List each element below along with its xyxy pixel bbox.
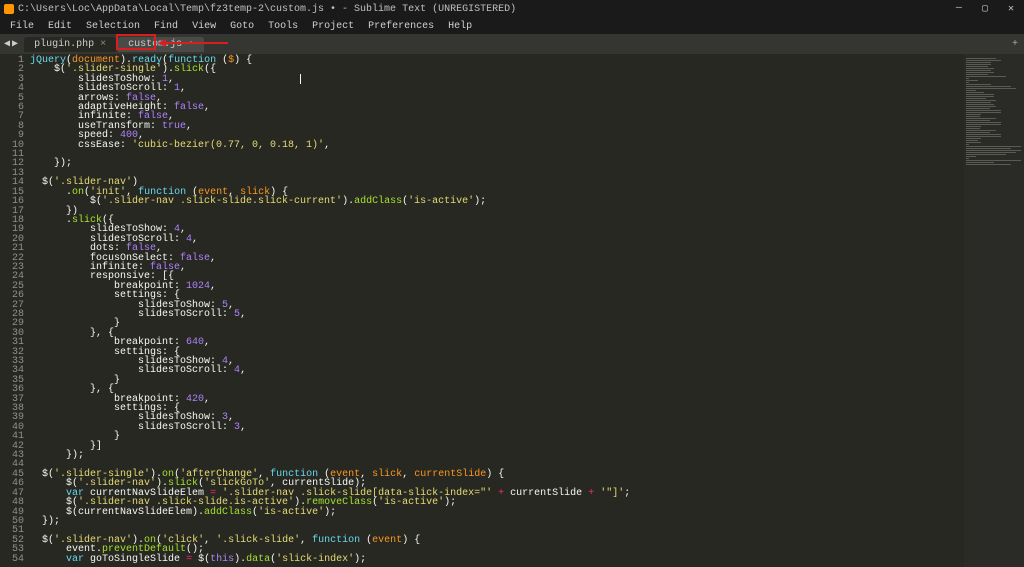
tab-custom-js[interactable]: custom.js • [118,37,204,52]
tabbar: ◀ ▶ plugin.php × custom.js • + [0,34,1024,54]
app-logo [4,4,14,14]
menu-preferences[interactable]: Preferences [362,21,440,32]
titlebar[interactable]: C:\Users\Loc\AppData\Local\Temp\fz3temp-… [0,0,1024,18]
menu-find[interactable]: Find [148,21,184,32]
editor-area: 1234567891011121314151617181920212223242… [0,54,1024,567]
minimap-content [966,58,1022,166]
maximize-button[interactable]: ▢ [976,3,994,15]
add-tab-button[interactable]: + [1012,39,1018,50]
tab-label: plugin.php [34,39,94,50]
tab-plugin-php[interactable]: plugin.php × [24,37,116,52]
menu-file[interactable]: File [4,21,40,32]
line-gutter[interactable]: 1234567891011121314151617181920212223242… [0,54,30,567]
nav-forward-icon[interactable]: ▶ [12,38,18,50]
code-editor[interactable]: jQuery(document).ready(function ($) { $(… [30,54,964,567]
window-controls: — ▢ ✕ [950,3,1020,15]
menu-help[interactable]: Help [442,21,478,32]
menu-tools[interactable]: Tools [262,21,304,32]
tab-dirty-icon[interactable]: • [188,39,194,50]
menu-project[interactable]: Project [306,21,360,32]
minimize-button[interactable]: — [950,3,968,15]
nav-back-icon[interactable]: ◀ [4,38,10,50]
menu-selection[interactable]: Selection [80,21,146,32]
tab-label: custom.js [128,39,182,50]
text-cursor [300,74,301,84]
close-button[interactable]: ✕ [1002,3,1020,15]
menu-edit[interactable]: Edit [42,21,78,32]
tab-close-icon[interactable]: × [100,39,106,50]
menu-goto[interactable]: Goto [224,21,260,32]
menubar: File Edit Selection Find View Goto Tools… [0,18,1024,34]
minimap[interactable] [964,54,1024,567]
menu-view[interactable]: View [186,21,222,32]
window-title: C:\Users\Loc\AppData\Local\Temp\fz3temp-… [18,4,516,15]
